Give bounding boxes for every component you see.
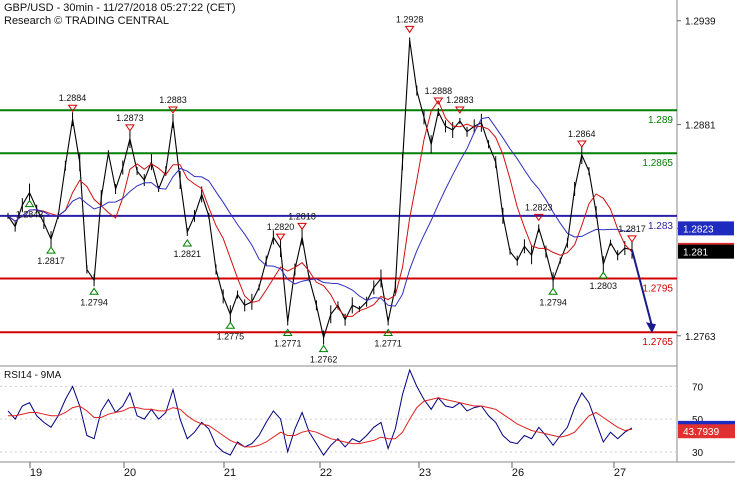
high-label: 1.2883 [446, 95, 474, 105]
high-marker [404, 25, 415, 34]
support-label: 1.2765 [642, 337, 673, 348]
time-tick-label: 21 [224, 467, 236, 479]
rsi-tick-label: 30 [692, 448, 704, 459]
rsi-panel: RSI14 - 9MA70503044.631143.7939 [0, 368, 735, 459]
time-tick-label: 22 [320, 467, 332, 479]
rsi-value-label: 43.7939 [683, 427, 720, 438]
high-label: 1.2817 [618, 224, 646, 234]
low-label: 1.2821 [174, 249, 202, 259]
low-marker [548, 287, 559, 295]
high-label: 1.2873 [116, 113, 144, 123]
high-label: 1.2928 [396, 14, 424, 24]
support-label: 1.2795 [642, 284, 673, 295]
low-marker [318, 344, 329, 353]
price-tick-label: 1.2763 [685, 332, 716, 343]
high-label: 1.2883 [159, 95, 187, 105]
price-tick-label: 1.2939 [685, 17, 716, 28]
high-label: 1.2823 [525, 202, 553, 212]
time-axis: 19 20 21 22 23 26 27 [29, 462, 626, 479]
high-label: 1.2818 [288, 211, 316, 221]
high-label: 1.2864 [568, 129, 596, 139]
time-tick-label: 19 [30, 467, 42, 479]
low-marker [182, 239, 193, 247]
provider-label: Research © TRADING CENTRAL [4, 15, 169, 27]
time-tick-label: 23 [419, 467, 431, 479]
low-label: 1.2803 [590, 281, 618, 291]
rsi-title: RSI14 - 9MA [4, 370, 62, 381]
low-marker [89, 287, 100, 295]
rsi-tick-label: 70 [692, 382, 704, 393]
price-tag-label: 1.2823 [683, 224, 714, 235]
price-tick-label: 1.2881 [685, 121, 716, 132]
price-tag-label: 1.281 [683, 248, 708, 259]
time-tick-label: 27 [614, 467, 626, 479]
time-tick-label: 26 [512, 467, 524, 479]
low-marker [24, 199, 35, 208]
high-marker [576, 140, 587, 148]
high-label: 1.2820 [267, 222, 295, 232]
low-label: 1.2762 [310, 355, 338, 365]
low-label: 1.2771 [274, 338, 302, 348]
low-label: 1.2794 [80, 297, 108, 307]
low-marker [598, 271, 609, 279]
high-marker [297, 222, 308, 231]
high-marker [124, 124, 135, 132]
low-label: 1.2843 [16, 210, 44, 220]
low-label: 1.2817 [37, 256, 65, 266]
pivot-label: 1.283 [648, 221, 673, 232]
high-marker [627, 235, 637, 243]
resistance-label: 1.289 [648, 115, 673, 126]
time-tick-label: 20 [124, 467, 136, 479]
rsi-line [7, 368, 633, 456]
low-label: 1.2794 [539, 297, 567, 307]
price-panel: 1.2939 1.2881 1.2823 1.2763 1.289 1.2865 1.283… [0, 0, 735, 463]
low-label: 1.2771 [374, 338, 402, 348]
resistance-label: 1.2865 [642, 158, 673, 169]
chart-canvas: 1.2939 1.2881 1.2823 1.2763 1.289 1.2865 1.283… [0, 0, 735, 479]
chart-title: GBP/USD - 30min - 11/27/2018 05:27:22 (C… [4, 2, 236, 14]
high-label: 1.2884 [59, 93, 87, 103]
high-marker [275, 233, 286, 241]
low-marker [225, 321, 236, 329]
rsi-ma-line [8, 397, 633, 448]
low-marker [46, 246, 56, 254]
low-label: 1.2775 [217, 331, 245, 341]
